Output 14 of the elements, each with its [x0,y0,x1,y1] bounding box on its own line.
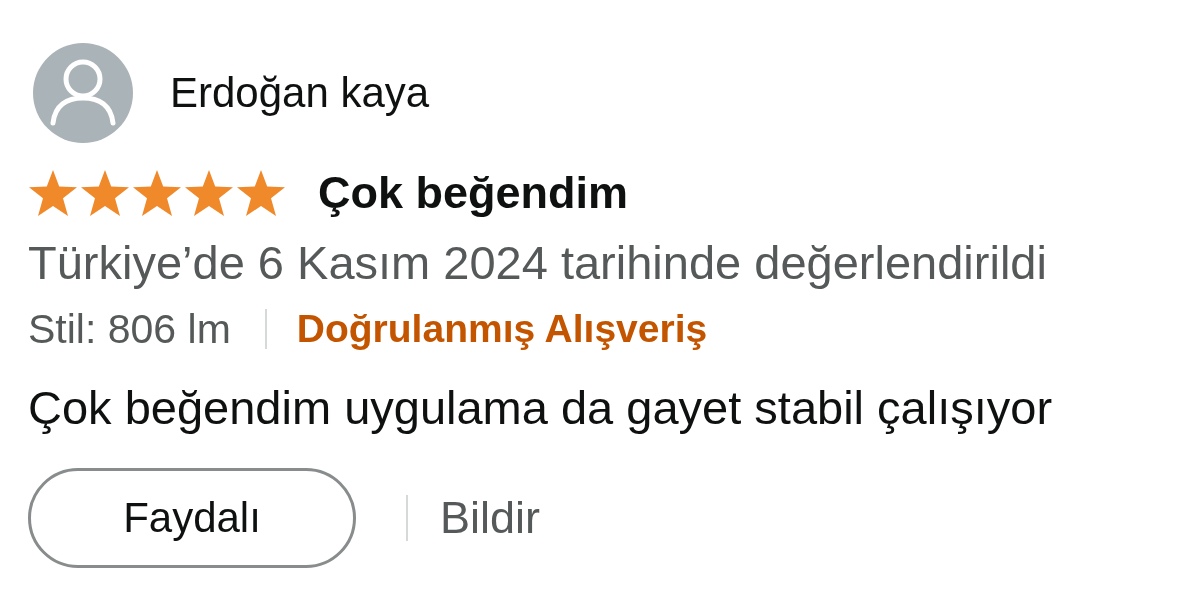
review-title: Çok beğendim [318,167,629,219]
review-text: Çok beğendim uygulama da gayet stabil çalışıyor [28,380,1054,435]
star-icon [184,168,234,217]
avatar-icon [33,43,133,143]
report-link[interactable]: Bildir [440,492,541,544]
verified-purchase-label: Doğrulanmış Alışveriş [296,306,708,352]
star-icon [28,168,78,217]
helpful-button[interactable]: Faydalı [28,468,356,568]
style-info: Stil: 806 lm [28,305,231,353]
star-icon [80,168,130,217]
reviewer-name: Erdoğan kaya [170,68,430,118]
star-icon [132,168,182,217]
star-icon [236,168,286,217]
review-date: Türkiye’de 6 Kasım 2024 tarihinde değerlendirildi [28,235,1048,290]
